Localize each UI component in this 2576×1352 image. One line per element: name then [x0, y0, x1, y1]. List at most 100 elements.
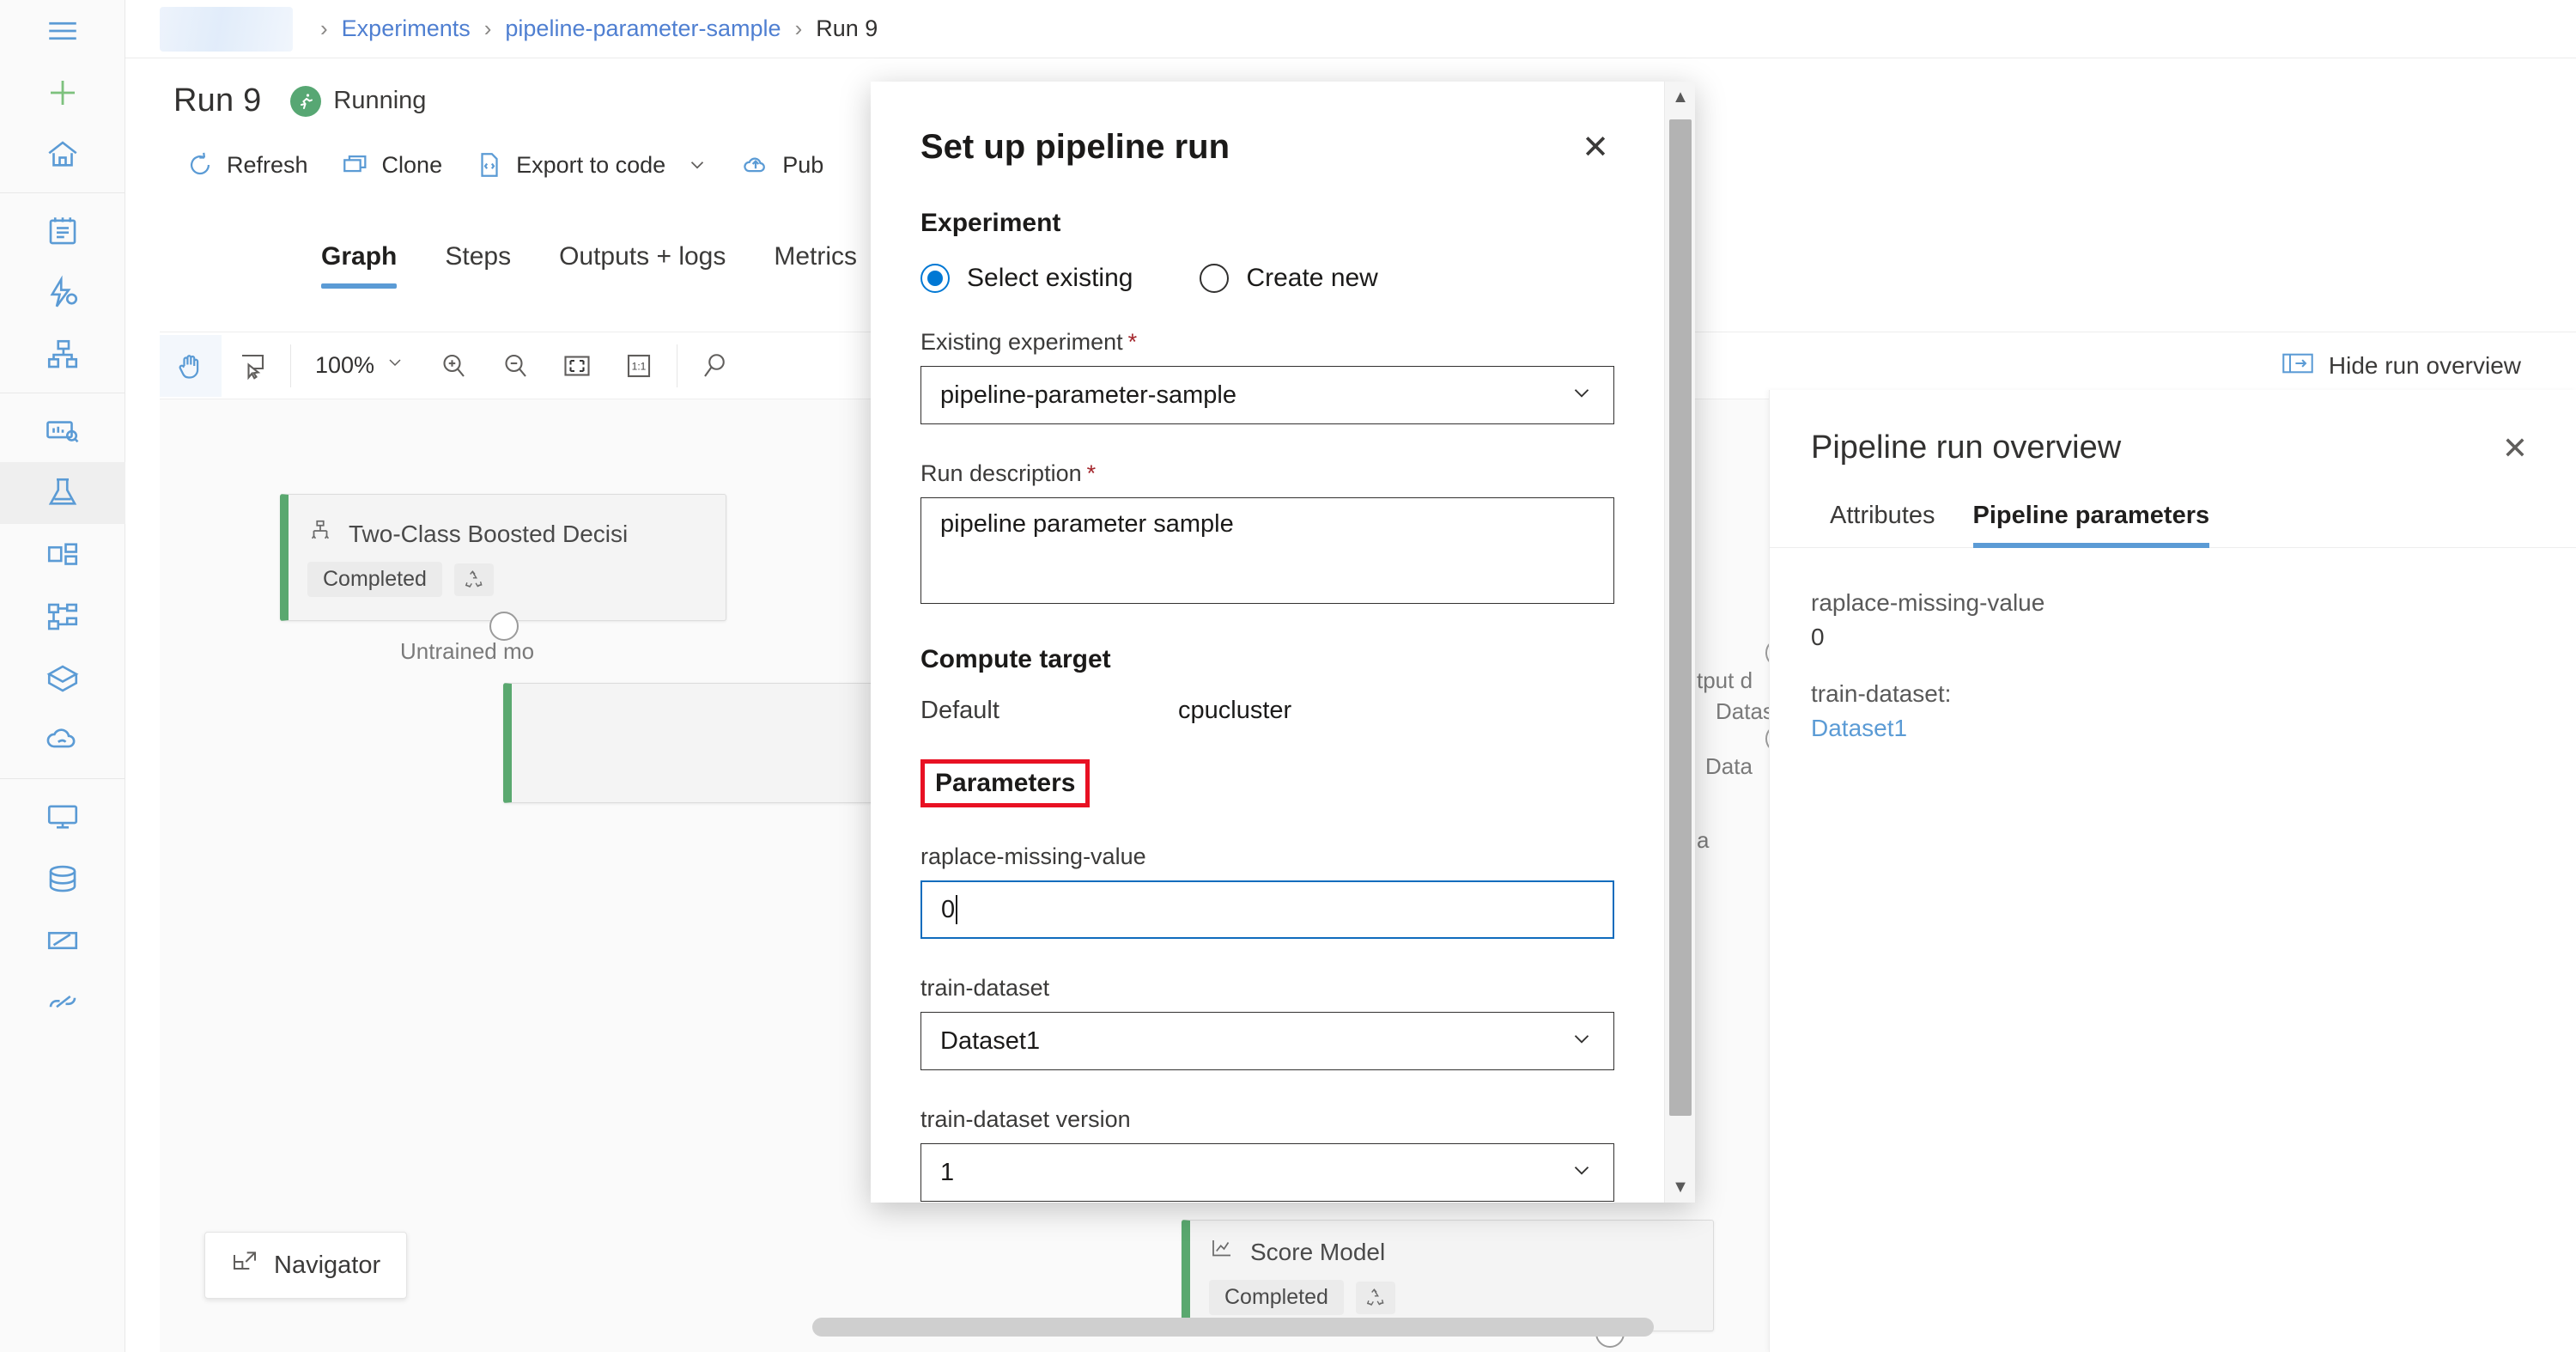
radio-create-new[interactable]: Create new	[1200, 264, 1378, 293]
node-title-row: Two-Class Boosted Decisi	[307, 518, 707, 550]
reuse-icon	[1355, 1281, 1395, 1314]
new-plus-icon[interactable]	[0, 62, 125, 124]
run-description-label-text: Run description	[920, 460, 1082, 486]
rail-group-authoring	[0, 200, 125, 386]
refresh-button[interactable]: Refresh	[173, 142, 329, 188]
navigator-button[interactable]: Navigator	[204, 1232, 408, 1299]
publish-cloud-icon	[741, 150, 770, 180]
compute-icon[interactable]	[0, 786, 125, 848]
edge-label-dataset: Datas	[1716, 698, 1774, 724]
zoom-in-icon[interactable]	[422, 335, 484, 397]
tab-metrics[interactable]: Metrics	[750, 242, 881, 289]
scroll-down-icon[interactable]: ▼	[1665, 1172, 1695, 1203]
existing-experiment-select[interactable]: pipeline-parameter-sample	[920, 366, 1614, 424]
existing-experiment-label-text: Existing experiment	[920, 329, 1123, 355]
required-asterisk: *	[1086, 460, 1097, 486]
rail-group-top	[0, 0, 125, 186]
scrollbar-thumb[interactable]	[1669, 119, 1692, 1116]
panel-title: Pipeline run overview	[1811, 429, 2122, 466]
chevron-down-icon	[1569, 1026, 1595, 1057]
panel-header: Pipeline run overview ✕	[1770, 390, 2576, 467]
param-select-train-dataset[interactable]: Dataset1	[920, 1012, 1614, 1070]
pipeline-endpoints-icon[interactable]	[0, 586, 125, 648]
designer-icon[interactable]	[0, 324, 125, 386]
pipelines-icon[interactable]	[0, 524, 125, 586]
run-description-label: Run description *	[920, 460, 1614, 487]
breadcrumb-item-current: Run 9	[816, 15, 878, 41]
node-output-port[interactable]	[489, 612, 519, 641]
publish-button[interactable]: Pub	[729, 142, 844, 188]
zoom-level-dropdown[interactable]: 100%	[298, 352, 422, 379]
existing-experiment-value: pipeline-parameter-sample	[940, 381, 1236, 409]
refresh-icon	[185, 150, 215, 180]
pan-hand-icon[interactable]	[160, 334, 222, 397]
automl-icon[interactable]	[0, 262, 125, 324]
status-text: Running	[333, 87, 427, 114]
breadcrumb-separator: ›	[320, 15, 328, 41]
clone-button[interactable]: Clone	[329, 142, 464, 188]
notebooks-icon[interactable]	[0, 200, 125, 262]
navigator-label: Navigator	[274, 1251, 381, 1279]
select-arrow-icon[interactable]	[222, 335, 283, 397]
param-input-replace-missing-value[interactable]: 0	[920, 880, 1614, 939]
svg-text:1:1: 1:1	[632, 360, 647, 372]
models-box-icon[interactable]	[0, 648, 125, 709]
export-to-code-button[interactable]: Export to code	[463, 142, 729, 188]
workspace-logo	[160, 6, 293, 52]
clone-label: Clone	[381, 151, 443, 178]
data-labeling-icon[interactable]	[0, 910, 125, 971]
rail-divider	[0, 192, 125, 193]
menu-icon[interactable]	[0, 0, 125, 62]
param-value-train-dataset[interactable]: Dataset1	[1811, 715, 2535, 742]
search-icon[interactable]	[684, 335, 746, 397]
close-icon[interactable]: ✕	[2495, 429, 2535, 467]
breadcrumb-separator: ›	[794, 15, 803, 41]
pipeline-run-overview-panel: Pipeline run overview ✕ Attributes Pipel…	[1769, 390, 2576, 1352]
code-file-icon	[475, 150, 504, 180]
edge-label-data: Data	[1705, 753, 1753, 779]
scroll-up-icon[interactable]: ▲	[1665, 82, 1695, 113]
hide-run-overview-label: Hide run overview	[2328, 352, 2521, 379]
param-label-train-dataset: train-dataset	[920, 975, 1050, 1001]
datastores-icon[interactable]	[0, 848, 125, 910]
refresh-label: Refresh	[227, 151, 308, 178]
compute-target-value: cpucluster	[1178, 697, 1292, 724]
rail-group-assets	[0, 400, 125, 771]
param-select-train-dataset-version[interactable]: 1	[920, 1143, 1614, 1202]
linked-services-icon[interactable]	[0, 971, 125, 1033]
run-description-textarea[interactable]: pipeline parameter sample	[920, 497, 1614, 604]
node-score-model[interactable]: Score Model Completed	[1182, 1220, 1714, 1331]
reuse-icon	[453, 563, 494, 596]
app-root: › Experiments › pipeline-parameter-sampl…	[0, 0, 2576, 1352]
close-icon[interactable]: ✕	[1577, 128, 1614, 167]
tab-pipeline-parameters[interactable]: Pipeline parameters	[1954, 502, 2229, 548]
node-status-row: Completed	[307, 562, 707, 597]
home-icon[interactable]	[0, 124, 125, 186]
chevron-down-icon	[686, 154, 708, 176]
actual-size-icon[interactable]: 1:1	[608, 335, 670, 397]
breadcrumb-item-experiments[interactable]: Experiments	[342, 15, 471, 42]
fit-to-screen-icon[interactable]	[546, 335, 608, 397]
radio-label-select-existing: Select existing	[967, 264, 1133, 292]
compute-target-heading: Compute target	[920, 645, 1111, 673]
radio-select-existing[interactable]: Select existing	[920, 264, 1133, 293]
breadcrumb-item-pipeline-parameter-sample[interactable]: pipeline-parameter-sample	[505, 15, 781, 42]
node-title: Score Model	[1250, 1238, 1386, 1265]
tab-graph[interactable]: Graph	[297, 242, 421, 289]
node-title: Two-Class Boosted Decisi	[349, 520, 629, 547]
tab-attributes[interactable]: Attributes	[1811, 502, 1954, 547]
left-nav-rail	[0, 0, 125, 1352]
experiments-flask-icon[interactable]	[0, 462, 125, 524]
datasets-monitor-icon[interactable]	[0, 400, 125, 462]
radio-dot	[1200, 264, 1230, 293]
chevron-down-icon	[1569, 1158, 1595, 1188]
tab-steps[interactable]: Steps	[421, 242, 535, 289]
endpoints-cloud-icon[interactable]	[0, 709, 125, 771]
dialog-scrollbar[interactable]: ▲ ▼	[1664, 82, 1695, 1203]
zoom-out-icon[interactable]	[484, 335, 546, 397]
node-two-class-boosted-decision[interactable]: Two-Class Boosted Decisi Completed	[280, 494, 726, 621]
horizontal-scrollbar[interactable]	[812, 1318, 1654, 1337]
edge-label-output-data: tput d	[1697, 667, 1753, 693]
tab-outputs-logs[interactable]: Outputs + logs	[535, 242, 750, 289]
panel-body: raplace-missing-value 0 train-dataset: D…	[1770, 548, 2576, 742]
